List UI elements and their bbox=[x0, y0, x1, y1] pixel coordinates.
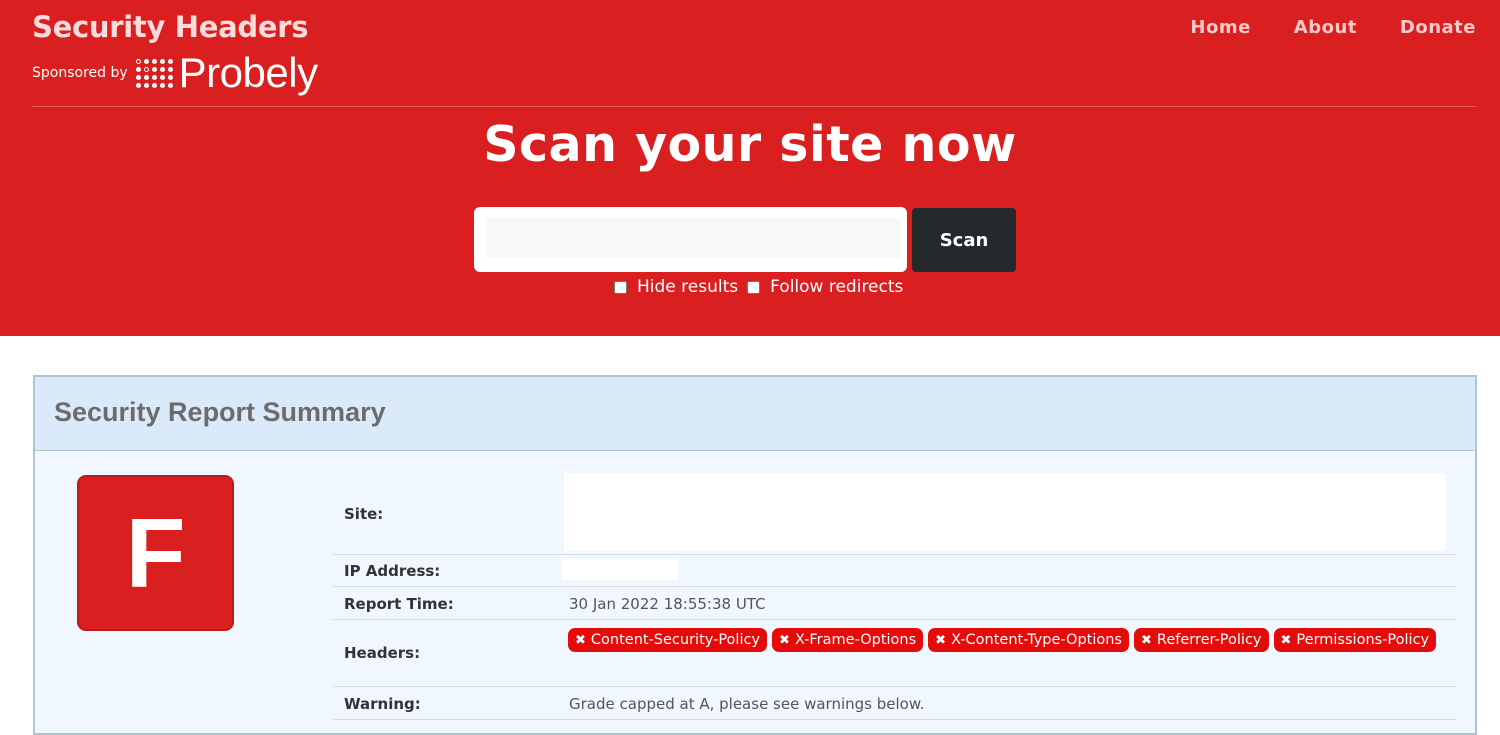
nav-donate-link[interactable]: Donate bbox=[1400, 17, 1476, 38]
header-badge-label: X-Content-Type-Options bbox=[951, 632, 1122, 648]
panel-title: Security Report Summary bbox=[54, 397, 386, 427]
hero-title: Scan your site now bbox=[483, 116, 1017, 173]
report-time-row: Report Time: 30 Jan 2022 18:55:38 UTC bbox=[333, 587, 1456, 620]
follow-redirects-checkbox[interactable] bbox=[747, 280, 761, 294]
site-value bbox=[564, 473, 1446, 551]
missing-headers-list: ✖ Content-Security-Policy ✖ X-Frame-Opti… bbox=[568, 628, 1448, 652]
ip-address-label: IP Address: bbox=[344, 562, 441, 580]
ip-address-value bbox=[562, 559, 678, 580]
panel-header: Security Report Summary bbox=[35, 377, 1475, 451]
report-time-value: 30 Jan 2022 18:55:38 UTC bbox=[569, 595, 766, 613]
site-row: Site: bbox=[333, 471, 1456, 555]
close-icon: ✖ bbox=[779, 632, 790, 648]
grade-badge: F bbox=[77, 475, 234, 631]
sponsored-by-label: Sponsored by bbox=[32, 65, 128, 81]
warning-row: Warning: Grade capped at A, please see w… bbox=[333, 687, 1456, 720]
header-badge-referrer-policy[interactable]: ✖ Referrer-Policy bbox=[1133, 628, 1269, 652]
header-badge-label: Permissions-Policy bbox=[1296, 632, 1430, 648]
header-badge-x-frame-options[interactable]: ✖ X-Frame-Options bbox=[772, 628, 924, 652]
hide-results-option[interactable]: Hide results bbox=[614, 277, 738, 297]
ip-address-row: IP Address: bbox=[333, 555, 1456, 587]
scan-button[interactable]: Scan bbox=[912, 208, 1016, 272]
url-search-field[interactable] bbox=[486, 218, 900, 258]
sponsor-logo-text: Probely bbox=[178, 49, 318, 96]
headers-label: Headers: bbox=[344, 644, 421, 662]
hide-results-label: Hide results bbox=[637, 277, 739, 297]
header-badge-csp[interactable]: ✖ Content-Security-Policy bbox=[568, 628, 768, 652]
header-badge-x-content-type-options[interactable]: ✖ X-Content-Type-Options bbox=[928, 628, 1129, 652]
security-report-panel: Security Report Summary F Site: IP Addre… bbox=[33, 375, 1477, 735]
header-badge-label: X-Frame-Options bbox=[794, 632, 917, 648]
header-badge-label: Content-Security-Policy bbox=[590, 632, 761, 648]
scan-options: Hide results Follow redirects bbox=[614, 277, 912, 297]
warning-label: Warning: bbox=[344, 695, 421, 713]
hero-banner: Security Headers Sponsored by Probely Ho… bbox=[0, 0, 1500, 336]
nav-home-link[interactable]: Home bbox=[1190, 17, 1250, 38]
header-divider bbox=[32, 106, 1476, 107]
close-icon: ✖ bbox=[1280, 632, 1292, 648]
brand-title[interactable]: Security Headers bbox=[32, 10, 309, 44]
follow-redirects-option[interactable]: Follow redirects bbox=[747, 277, 903, 297]
warning-value: Grade capped at A, please see warnings b… bbox=[569, 695, 925, 713]
site-label: Site: bbox=[344, 505, 384, 523]
sponsor-block[interactable]: Sponsored by Probely bbox=[32, 50, 318, 96]
headers-row: Headers: ✖ Content-Security-Policy ✖ X-F… bbox=[333, 620, 1456, 687]
follow-redirects-label: Follow redirects bbox=[770, 277, 904, 297]
report-time-label: Report Time: bbox=[344, 595, 454, 613]
header-badge-label: Referrer-Policy bbox=[1156, 632, 1262, 648]
nav-about-link[interactable]: About bbox=[1294, 17, 1357, 38]
hide-results-checkbox[interactable] bbox=[614, 280, 627, 294]
probely-dots-icon bbox=[135, 58, 173, 88]
close-icon: ✖ bbox=[1140, 632, 1152, 648]
close-icon: ✖ bbox=[935, 632, 947, 648]
top-nav: Home About Donate bbox=[1190, 17, 1476, 38]
close-icon: ✖ bbox=[575, 632, 586, 648]
header-badge-permissions-policy[interactable]: ✖ Permissions-Policy bbox=[1273, 628, 1437, 652]
